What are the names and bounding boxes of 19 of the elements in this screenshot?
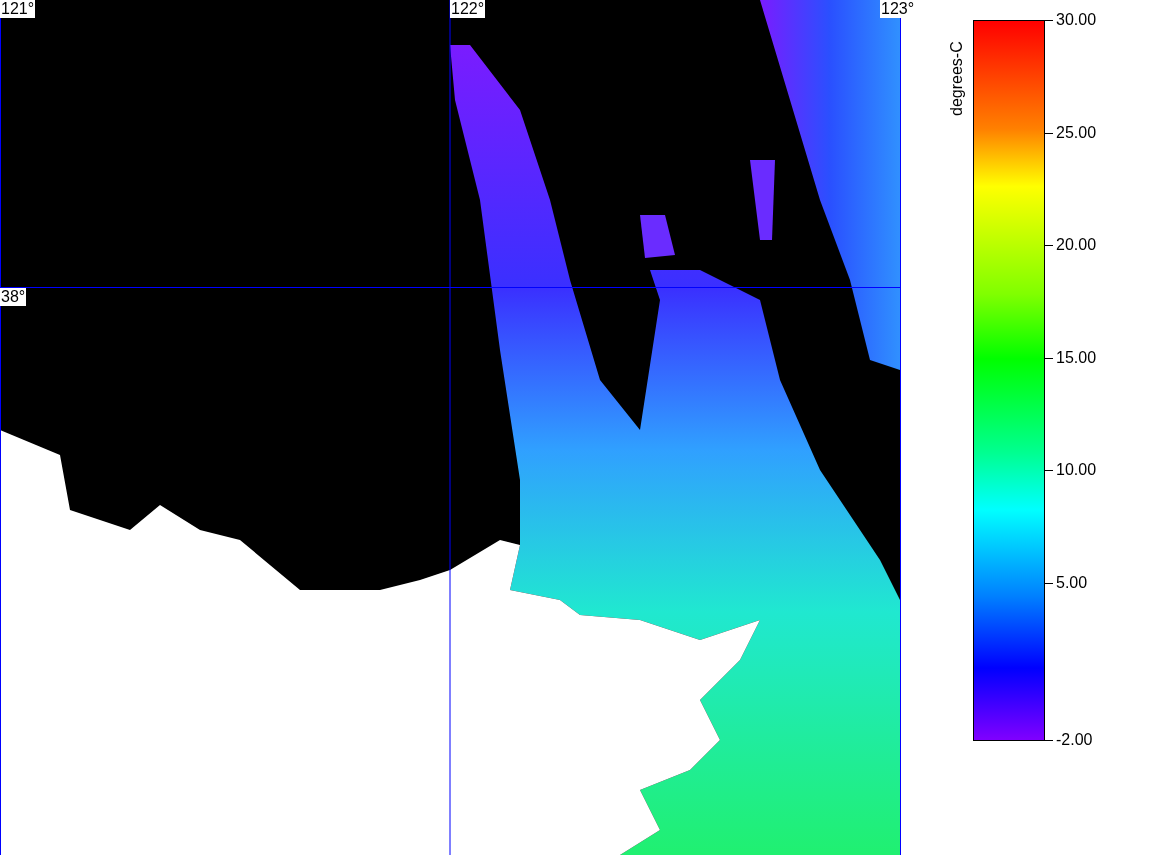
tick-label: 30.00 bbox=[1056, 11, 1097, 29]
latitude-label: 38° bbox=[0, 288, 27, 306]
tick-label: 5.00 bbox=[1056, 573, 1088, 592]
longitude-label: 122° bbox=[450, 0, 486, 18]
tick-mark bbox=[1045, 132, 1053, 134]
tick-mark bbox=[1045, 470, 1053, 471]
tick-label: 25.00 bbox=[1056, 123, 1097, 142]
tick-mark bbox=[1045, 20, 1053, 21]
longitude-label: 121° bbox=[0, 0, 36, 18]
tick-mark bbox=[1045, 582, 1053, 584]
tick-mark bbox=[1045, 740, 1053, 741]
tick-label: 15.00 bbox=[1056, 348, 1097, 367]
tick-label: 10.00 bbox=[1056, 461, 1097, 479]
tick-label: 20.00 bbox=[1056, 236, 1097, 254]
tick-label: -2.00 bbox=[1056, 731, 1093, 749]
legend-title: degrees-C bbox=[947, 41, 966, 116]
longitude-label: 123° bbox=[880, 0, 916, 18]
tick-mark bbox=[1045, 245, 1053, 246]
tick-mark bbox=[1045, 357, 1053, 359]
